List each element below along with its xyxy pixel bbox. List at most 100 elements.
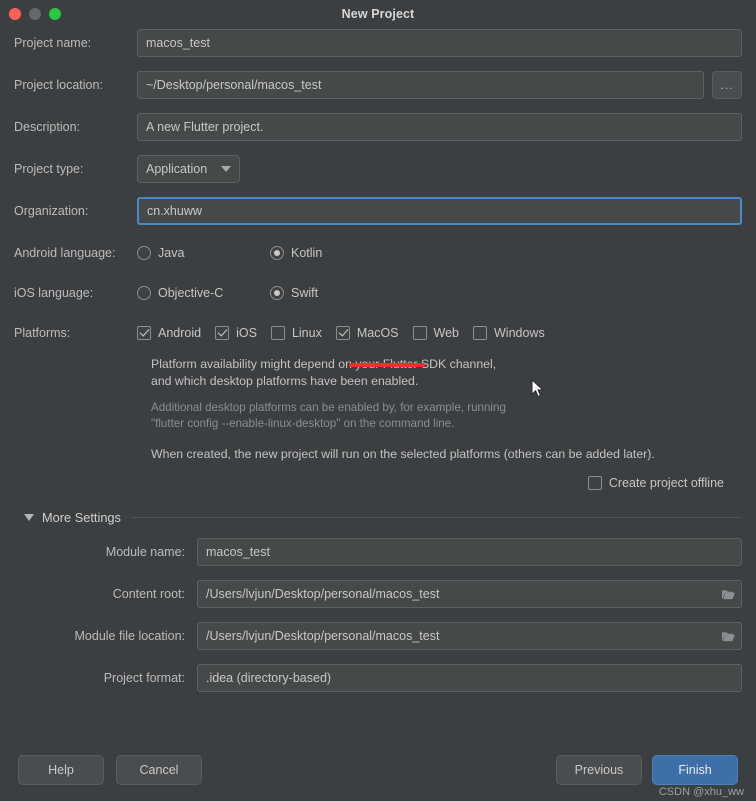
close-window-button[interactable] <box>9 8 21 20</box>
radio-kotlin[interactable]: Kotlin <box>270 246 322 260</box>
checkbox-ios[interactable]: iOS <box>215 326 257 340</box>
content-root-input[interactable]: /Users/lvjun/Desktop/personal/macos_test <box>197 580 742 608</box>
radio-objective-c[interactable]: Objective-C <box>137 286 270 300</box>
project-location-input[interactable]: ~/Desktop/personal/macos_test <box>137 71 704 99</box>
help-button[interactable]: Help <box>18 755 104 785</box>
checkbox-macos-label: MacOS <box>356 326 399 340</box>
radio-icon <box>137 246 151 260</box>
more-settings-header[interactable]: More Settings <box>24 510 742 525</box>
module-name-label: Module name: <box>105 545 185 559</box>
project-name-input[interactable]: macos_test <box>137 29 742 57</box>
module-file-location-row: Module file location: /Users/lvjun/Deskt… <box>14 621 742 651</box>
checkbox-android-label: Android <box>158 326 202 340</box>
section-divider <box>130 517 742 518</box>
previous-button[interactable]: Previous <box>556 755 642 785</box>
module-file-location-label: Module file location: <box>74 629 185 643</box>
ios-language-label: iOS language: <box>14 286 94 300</box>
android-language-label: Android language: <box>14 246 116 260</box>
checkbox-linux-label: Linux <box>291 326 322 340</box>
project-format-select[interactable]: .idea (directory-based) <box>197 664 742 692</box>
checkbox-checked-icon <box>335 326 350 340</box>
checkbox-icon <box>270 326 285 340</box>
checkbox-android[interactable]: Android <box>137 326 201 340</box>
offline-label: Create project offline <box>608 476 724 490</box>
folder-icon[interactable] <box>715 588 741 601</box>
project-type-row: Project type: Application <box>14 154 742 184</box>
checkbox-windows[interactable]: Windows <box>473 326 545 340</box>
radio-selected-icon <box>270 246 284 260</box>
window-title: New Project <box>341 7 415 21</box>
window-controls <box>9 8 61 20</box>
triangle-down-icon <box>24 514 34 521</box>
project-type-value: Application <box>146 162 208 176</box>
content-root-row: Content root: /Users/lvjun/Desktop/perso… <box>14 579 742 609</box>
platform-notes: Platform availability might depend on yo… <box>151 356 742 463</box>
checkbox-web[interactable]: Web <box>412 326 459 340</box>
dialog-body: Project name: macos_test Project locatio… <box>0 28 756 739</box>
organization-input[interactable]: cn.xhuww <box>137 197 742 225</box>
checkbox-web-label: Web <box>433 326 459 340</box>
zoom-window-button[interactable] <box>49 8 61 20</box>
title-bar: New Project <box>0 0 756 28</box>
radio-swift-label: Swift <box>291 286 319 300</box>
project-format-value: .idea (directory-based) <box>206 671 332 685</box>
offline-row: Create project offline <box>14 476 742 490</box>
module-file-location-value: /Users/lvjun/Desktop/personal/macos_test <box>206 629 440 643</box>
checkbox-linux[interactable]: Linux <box>270 326 322 340</box>
organization-label: Organization: <box>14 204 89 218</box>
description-label: Description: <box>14 120 80 134</box>
content-root-value: /Users/lvjun/Desktop/personal/macos_test <box>206 587 440 601</box>
checkbox-windows-label: Windows <box>494 326 545 340</box>
radio-selected-icon <box>270 286 284 300</box>
note-line-3: When created, the new project will run o… <box>151 447 655 461</box>
finish-button[interactable]: Finish <box>652 755 738 785</box>
note-line-1: Platform availability might depend on yo… <box>151 357 497 371</box>
checkbox-icon <box>473 326 487 340</box>
project-type-label: Project type: <box>14 162 84 176</box>
ios-language-options: Objective-C Swift <box>137 286 318 300</box>
project-type-select[interactable]: Application <box>137 155 241 183</box>
module-file-location-input[interactable]: /Users/lvjun/Desktop/personal/macos_test <box>197 622 742 650</box>
note-dim-line-2: "flutter config --enable-linux-desktop" … <box>151 417 455 430</box>
project-name-row: Project name: macos_test <box>14 28 742 58</box>
checkbox-create-project-offline[interactable]: Create project offline <box>587 476 724 490</box>
radio-kotlin-label: Kotlin <box>291 246 323 260</box>
chevron-down-icon <box>221 166 232 172</box>
radio-java-label: Java <box>158 246 185 260</box>
checkbox-ios-label: iOS <box>236 326 257 340</box>
ios-language-row: iOS language: Objective-C Swift <box>14 278 742 308</box>
project-location-row: Project location: ~/Desktop/personal/mac… <box>14 70 742 100</box>
more-settings-title: More Settings <box>42 510 121 525</box>
dialog-footer: Help Cancel Previous Finish <box>0 739 756 801</box>
checkbox-icon <box>587 476 602 490</box>
project-location-label: Project location: <box>14 78 103 92</box>
radio-java[interactable]: Java <box>137 246 270 260</box>
radio-objective-c-label: Objective-C <box>158 286 224 300</box>
platforms-row: Platforms: Android iOS Linux MacOS Web W… <box>14 318 742 348</box>
project-format-row: Project format: .idea (directory-based) <box>14 663 742 693</box>
platforms-checkbox-group: Android iOS Linux MacOS Web Windows <box>137 326 559 340</box>
module-name-input[interactable]: macos_test <box>197 538 742 566</box>
note-dim-line-1: Additional desktop platforms can be enab… <box>151 401 506 414</box>
radio-icon <box>137 286 151 300</box>
new-project-dialog: New Project Project name: macos_test Pro… <box>0 0 756 801</box>
macos-highlight-underline <box>349 363 425 367</box>
android-language-row: Android language: Java Kotlin <box>14 238 742 268</box>
radio-swift[interactable]: Swift <box>270 286 318 300</box>
checkbox-checked-icon <box>137 326 151 340</box>
browse-location-button[interactable]: ... <box>712 71 742 99</box>
project-format-label: Project format: <box>103 671 185 685</box>
project-name-label: Project name: <box>14 36 92 50</box>
minimize-window-button[interactable] <box>29 8 41 20</box>
checkbox-checked-icon <box>215 326 230 340</box>
folder-icon[interactable] <box>715 630 741 643</box>
description-input[interactable]: A new Flutter project. <box>137 113 742 141</box>
cancel-button[interactable]: Cancel <box>116 755 202 785</box>
checkbox-icon <box>412 326 427 340</box>
description-row: Description: A new Flutter project. <box>14 112 742 142</box>
android-language-options: Java Kotlin <box>137 246 322 260</box>
watermark-text: CSDN @xhu_ww <box>658 786 744 798</box>
checkbox-macos[interactable]: MacOS <box>335 326 399 340</box>
platforms-label: Platforms: <box>14 326 71 340</box>
note-line-2: and which desktop platforms have been en… <box>151 374 419 388</box>
